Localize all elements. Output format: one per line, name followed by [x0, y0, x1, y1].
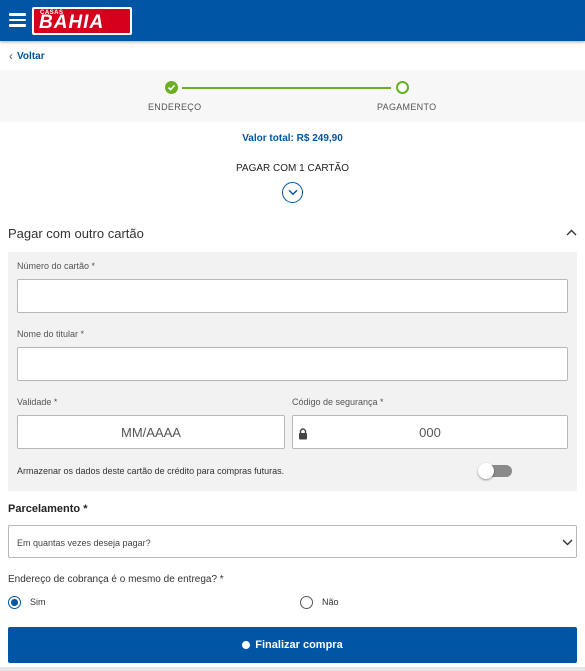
expand-saved-cards-button[interactable] — [282, 182, 303, 203]
cvv-input[interactable] — [292, 415, 568, 449]
billing-yes-label[interactable]: Sim — [30, 597, 46, 607]
cvv-label: Código de segurança * — [292, 397, 384, 407]
top-bar: CASAS BAHIA — [0, 0, 585, 41]
chevron-left-icon: ‹ — [9, 49, 13, 63]
step-done-check-icon — [165, 81, 178, 94]
store-card-label: Armazenar os dados deste cartão de crédi… — [17, 466, 285, 476]
checkout-steps: ENDEREÇO PAGAMENTO — [0, 70, 585, 122]
back-link[interactable]: ‹ Voltar — [9, 49, 45, 63]
holder-name-input[interactable] — [17, 347, 568, 381]
pay-with-one-card-label: PAGAR COM 1 CARTÃO — [236, 163, 349, 174]
expiry-label: Validade * — [17, 397, 58, 407]
card-number-input[interactable] — [17, 279, 568, 313]
chevron-up-icon[interactable] — [566, 229, 577, 236]
lock-icon — [299, 428, 307, 440]
step-current-icon — [396, 81, 409, 94]
finalize-order-label: Finalizar compra — [255, 639, 343, 651]
billing-yes-radio[interactable] — [8, 596, 21, 609]
back-label: Voltar — [17, 50, 45, 62]
logo-big-text: BAHIA — [39, 12, 105, 33]
menu-icon[interactable] — [9, 13, 26, 27]
bottom-strip — [0, 667, 585, 671]
other-card-section-title[interactable]: Pagar com outro cartão — [8, 226, 144, 241]
step-progress-line — [182, 87, 391, 89]
step-label-payment: PAGAMENTO — [377, 102, 437, 112]
installments-title: Parcelamento * — [8, 503, 88, 515]
expiry-input[interactable] — [17, 415, 285, 449]
step-label-address: ENDEREÇO — [148, 102, 202, 112]
billing-no-radio[interactable] — [300, 596, 313, 609]
installments-placeholder: Em quantas vezes deseja pagar? — [17, 538, 151, 548]
dot-icon — [242, 641, 251, 649]
chevron-down-icon — [562, 539, 573, 546]
billing-no-label[interactable]: Não — [322, 597, 339, 607]
installments-select[interactable]: Em quantas vezes deseja pagar? — [8, 525, 577, 558]
card-number-label: Número do cartão * — [17, 261, 96, 271]
casas-bahia-logo[interactable]: CASAS BAHIA — [32, 7, 132, 35]
billing-address-question: Endereço de cobrança é o mesmo de entreg… — [8, 574, 224, 585]
holder-name-label: Nome do titular * — [17, 329, 85, 339]
order-total: Valor total: R$ 249,90 — [242, 133, 343, 144]
finalize-order-button[interactable]: Finalizar compra — [8, 627, 577, 663]
chevron-down-icon — [288, 189, 298, 196]
store-card-toggle[interactable] — [478, 463, 512, 479]
